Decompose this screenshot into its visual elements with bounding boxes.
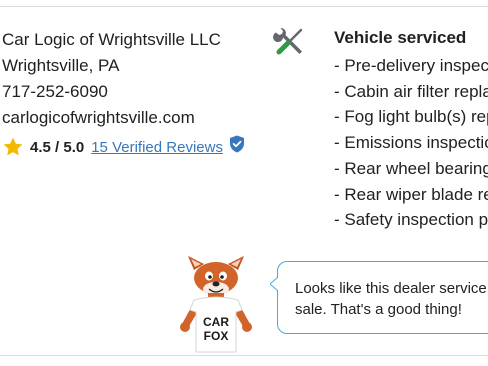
service-item: - Pre-delivery inspect <box>334 56 488 75</box>
service-section: Vehicle serviced - Pre-delivery inspect … <box>334 27 488 233</box>
service-item: - Cabin air filter repla <box>334 81 488 101</box>
service-title: Vehicle serviced <box>334 28 467 47</box>
rating-row: 4.5 / 5.0 15 Verified Reviews <box>2 135 245 158</box>
verified-reviews-link[interactable]: 15 Verified Reviews <box>91 139 223 156</box>
bubble-line2: sale. That's a good thing! <box>295 301 462 318</box>
dealer-location: Wrightsville, PA <box>2 56 120 75</box>
service-item: - Emissions inspectio <box>334 133 488 153</box>
bubble-line1: Looks like this dealer service <box>295 280 487 297</box>
bottom-divider <box>0 355 488 356</box>
mascot-shirt-line1: CAR <box>203 315 229 329</box>
carfox-mascot: CAR FOX <box>180 256 252 353</box>
mascot-shirt-line2: FOX <box>204 329 229 343</box>
speech-bubble-text: Looks like this dealer service sale. Tha… <box>295 278 488 320</box>
service-item: - Rear wiper blade re <box>334 184 488 204</box>
service-item: - Fog light bulb(s) rep <box>334 107 488 127</box>
dealer-phone[interactable]: 717-252-6090 <box>2 79 262 105</box>
rating-score: 4.5 / 5.0 <box>30 138 85 156</box>
speech-bubble-tail <box>270 277 284 291</box>
wrench-screwdriver-icon <box>273 27 303 55</box>
service-item: - Safety inspection p <box>334 210 488 230</box>
dealer-name: Car Logic of Wrightsville LLC <box>2 30 221 49</box>
dealer-info: Car Logic of Wrightsville LLC Wrightsvil… <box>2 27 262 131</box>
star-icon <box>3 137 23 156</box>
service-list: - Pre-delivery inspect - Cabin air filte… <box>334 53 488 233</box>
dealer-website[interactable]: carlogicofwrightsville.com <box>2 105 262 131</box>
verified-shield-icon <box>229 135 244 153</box>
service-item: - Rear wheel bearing <box>334 158 488 178</box>
top-divider <box>0 6 488 7</box>
